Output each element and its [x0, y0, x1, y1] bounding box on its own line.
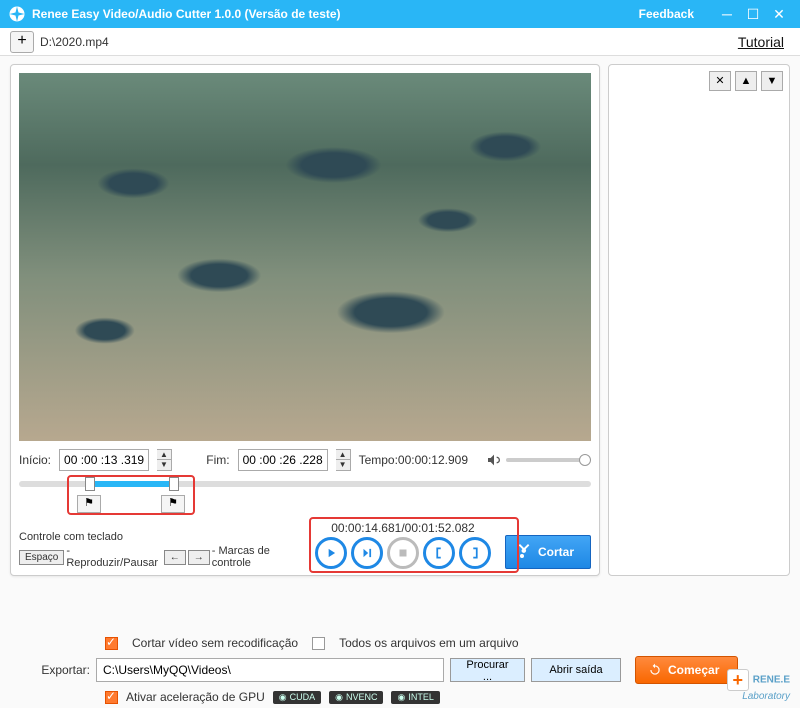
move-up-button[interactable]: ▲: [735, 71, 757, 91]
end-time-input[interactable]: [238, 449, 328, 471]
nvenc-badge: ◉ NVENC: [329, 691, 383, 704]
volume-icon[interactable]: [486, 452, 502, 468]
remove-clip-button[interactable]: ✕: [709, 71, 731, 91]
export-path-input[interactable]: [96, 658, 444, 682]
cuda-badge: ◉ CUDA: [273, 691, 321, 704]
start-button[interactable]: Começar: [635, 656, 738, 684]
titlebar: Renee Easy Video/Audio Cutter 1.0.0 (Ver…: [0, 0, 800, 28]
recut-checkbox[interactable]: [105, 637, 118, 650]
allinone-label: Todos os arquivos em um arquivo: [339, 636, 518, 650]
video-preview[interactable]: [19, 73, 591, 441]
tutorial-link[interactable]: Tutorial: [738, 34, 784, 50]
add-file-button[interactable]: +: [10, 31, 34, 53]
space-key: Espaço: [19, 550, 64, 565]
gpu-checkbox[interactable]: [105, 691, 118, 704]
keyboard-help: Controle com teclado Espaço - Reproduzir…: [19, 531, 309, 569]
highlight-playback: [309, 517, 519, 573]
toolbar: + D:\2020.mp4 Tutorial: [0, 28, 800, 56]
app-icon: [8, 5, 26, 23]
intel-badge: ◉ INTEL: [391, 691, 439, 704]
close-button[interactable]: ✕: [766, 6, 792, 23]
recut-label: Cortar vídeo sem recodificação: [132, 636, 298, 650]
editor-panel: Início: ▲▼ Fim: ▲▼ Tempo:00:00:12.909 ⚑ …: [10, 64, 600, 576]
end-label: Fim:: [206, 453, 229, 467]
start-time-spinner[interactable]: ▲▼: [157, 449, 172, 471]
start-time-input[interactable]: [59, 449, 149, 471]
duration-label: Tempo:00:00:12.909: [359, 453, 468, 467]
right-key: →: [188, 550, 210, 565]
volume-slider[interactable]: [506, 458, 591, 462]
minimize-button[interactable]: ─: [714, 6, 740, 22]
range-slider[interactable]: ⚑ ⚑: [19, 477, 591, 517]
open-output-button[interactable]: Abrir saída: [531, 658, 621, 682]
highlight-range: [67, 475, 195, 515]
export-label: Exportar:: [10, 663, 90, 677]
clip-list-panel: ✕ ▲ ▼: [608, 64, 790, 576]
left-key: ←: [164, 550, 186, 565]
refresh-icon: [648, 663, 662, 677]
file-path: D:\2020.mp4: [40, 35, 109, 49]
end-time-spinner[interactable]: ▲▼: [336, 449, 351, 471]
allinone-checkbox[interactable]: [312, 637, 325, 650]
app-title: Renee Easy Video/Audio Cutter 1.0.0 (Ver…: [32, 7, 341, 21]
move-down-button[interactable]: ▼: [761, 71, 783, 91]
start-label: Início:: [19, 453, 51, 467]
footer: Cortar vídeo sem recodificação Todos os …: [0, 630, 800, 704]
browse-button[interactable]: Procurar ...: [450, 658, 525, 682]
maximize-button[interactable]: ☐: [740, 6, 766, 23]
brand-logo: +RENE.E Laboratory: [727, 669, 790, 702]
gpu-label: Ativar aceleração de GPU: [126, 690, 265, 704]
feedback-link[interactable]: Feedback: [639, 7, 694, 21]
